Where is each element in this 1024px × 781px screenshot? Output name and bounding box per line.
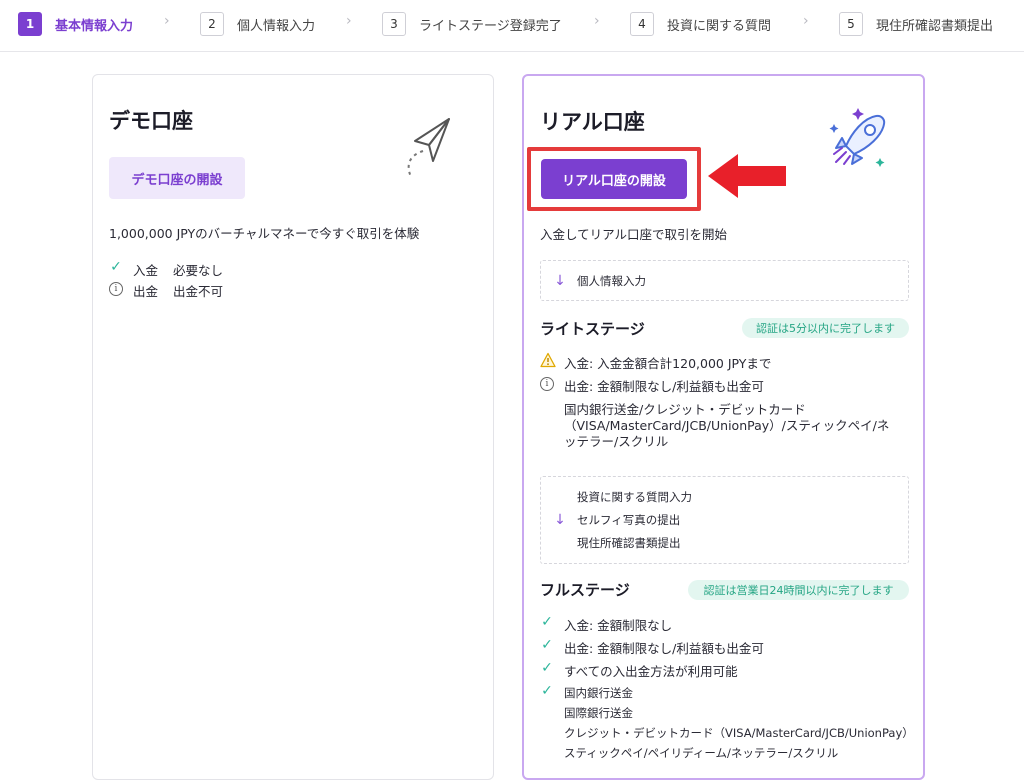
real-account-card: リアル口座 リアル口座の開設 入金してリアル口座で取引を開始 ↓ 個人情報入力 …: [522, 74, 925, 780]
full-method: スティックペイ/ペイリディーム/ネッテラー/スクリル: [564, 746, 839, 760]
full-method: 国内銀行送金: [564, 686, 633, 700]
step-label: 基本情報入力: [55, 18, 134, 34]
arrow-down-icon: ↓: [554, 273, 566, 289]
info-icon: i: [109, 282, 123, 296]
personal-info-step: 個人情報入力: [577, 274, 646, 288]
light-deposit: 入金: 入金金額合計120,000 JPYまで: [564, 356, 772, 371]
full-item: 出金: 金額制限なし/利益額も出金可: [564, 641, 764, 656]
check-icon: ✓: [541, 683, 553, 699]
check-icon: ✓: [541, 614, 553, 630]
demo-deposit-value: 必要なし: [173, 263, 224, 278]
warning-icon: [540, 352, 556, 368]
open-demo-account-button[interactable]: デモ口座の開設: [109, 157, 245, 199]
full-stage-title: フルステージ: [540, 581, 630, 599]
arrow-down-icon: ↓: [554, 512, 566, 528]
check-icon: ✓: [110, 259, 122, 275]
step-basic-info[interactable]: 1 基本情報入力: [18, 12, 133, 36]
full-method: 国際銀行送金: [564, 706, 633, 720]
step-address: 現住所確認書類提出: [577, 536, 681, 550]
step-label: 現住所確認書類提出: [876, 18, 994, 34]
step-number: 4: [630, 12, 654, 36]
light-withdraw: 出金: 金額制限なし/利益額も出金可: [564, 379, 764, 394]
chevron-right-icon: ›: [346, 13, 352, 29]
step-label: 投資に関する質問: [667, 18, 772, 34]
chevron-right-icon: ›: [803, 13, 809, 29]
full-method: クレジット・デビットカード（VISA/MasterCard/JCB/UnionP…: [564, 726, 914, 740]
paper-plane-icon: [401, 115, 457, 181]
real-description: 入金してリアル口座で取引を開始: [540, 227, 728, 242]
open-real-account-button[interactable]: リアル口座の開設: [541, 159, 687, 199]
demo-card-title: デモ口座: [109, 109, 193, 133]
check-icon: ✓: [541, 660, 553, 676]
highlight-frame: リアル口座の開設: [527, 147, 701, 211]
step-number: 3: [382, 12, 406, 36]
step-label: 個人情報入力: [237, 18, 316, 34]
chevron-right-icon: ›: [594, 13, 600, 29]
step-number: 5: [839, 12, 863, 36]
step-investment-questions[interactable]: 4 投資に関する質問: [630, 12, 771, 36]
step-personal-info[interactable]: 2 個人情報入力: [200, 12, 315, 36]
step-number: 2: [200, 12, 224, 36]
light-stage-title: ライトステージ: [540, 320, 645, 338]
progress-stepper: 1 基本情報入力 › 2 個人情報入力 › 3 ライトステージ登録完了 › 4 …: [0, 0, 1024, 52]
step-address-proof[interactable]: 5 現住所確認書類提出: [839, 12, 993, 36]
verification-steps-box: ↓ 投資に関する質問入力 セルフィ写真の提出 現住所確認書類提出: [540, 476, 909, 564]
step-investment-input: 投資に関する質問入力: [577, 490, 692, 504]
demo-account-card: デモ口座 デモ口座の開設 1,000,000 JPYのバーチャルマネーで今すぐ取…: [92, 74, 494, 780]
check-icon: ✓: [541, 637, 553, 653]
demo-description: 1,000,000 JPYのバーチャルマネーで今すぐ取引を体験: [109, 226, 420, 241]
personal-info-step-box: ↓ 個人情報入力: [540, 260, 909, 301]
demo-deposit-label: 入金: [133, 263, 159, 278]
step-number: 1: [18, 12, 42, 36]
step-label: ライトステージ登録完了: [419, 18, 562, 34]
light-methods-line-3: ッテラー/スクリル: [564, 434, 669, 449]
full-stage-badge: 認証は営業日24時間以内に完了します: [688, 580, 909, 600]
step-light-stage[interactable]: 3 ライトステージ登録完了: [382, 12, 562, 36]
demo-withdraw-label: 出金: [133, 284, 159, 299]
real-card-title: リアル口座: [540, 110, 645, 134]
light-stage-badge: 認証は5分以内に完了します: [742, 318, 909, 338]
chevron-right-icon: ›: [164, 13, 170, 29]
pointer-arrow-icon: [706, 152, 788, 200]
info-icon: i: [540, 377, 554, 391]
rocket-icon: [824, 102, 896, 174]
demo-withdraw-value: 出金不可: [173, 284, 224, 299]
step-selfie: セルフィ写真の提出: [577, 513, 681, 527]
full-item: 入金: 金額制限なし: [564, 618, 673, 633]
full-item: すべての入出金方法が利用可能: [564, 664, 738, 679]
